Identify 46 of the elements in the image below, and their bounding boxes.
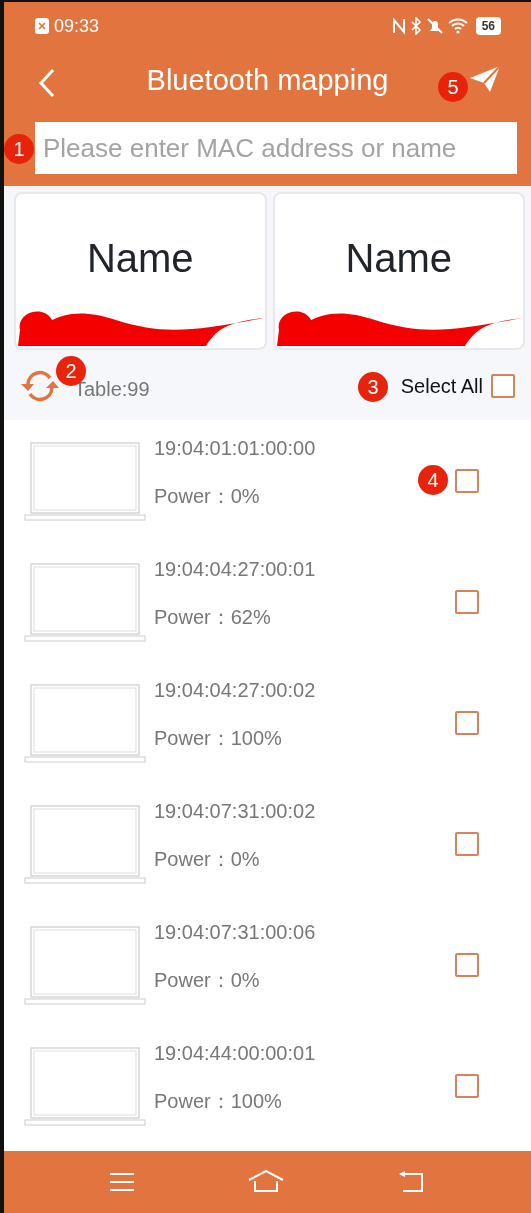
laptop-icon <box>24 440 146 521</box>
bluetooth-icon <box>409 17 422 35</box>
mac-address: 19:04:07:31:00:02 <box>154 798 316 824</box>
power-level: Power：100% <box>154 1088 283 1114</box>
callout-marker: 1 <box>4 134 34 164</box>
name-card[interactable]: Name <box>14 192 267 350</box>
device-checkbox[interactable] <box>455 1073 479 1098</box>
menu-icon[interactable] <box>108 1172 135 1192</box>
mac-address: 19:04:04:27:00:02 <box>154 677 316 703</box>
card-label: Name <box>344 235 454 282</box>
callout-marker: 4 <box>418 465 448 495</box>
search-field[interactable]: Please enter MAC address or name <box>35 122 517 174</box>
card-label: Name <box>85 235 195 282</box>
select-all-checkbox[interactable] <box>491 374 515 398</box>
callout-marker: 3 <box>358 372 388 402</box>
power-level: Power：0% <box>154 483 261 509</box>
power-level: Power：0% <box>154 846 261 872</box>
name-card[interactable]: Name <box>272 192 525 350</box>
mac-address: 19:04:07:31:00:06 <box>154 919 316 945</box>
callout-marker: 5 <box>438 72 468 102</box>
device-checkbox[interactable] <box>455 589 479 614</box>
home-icon[interactable] <box>248 1170 285 1194</box>
select-all-label: Select All <box>400 374 483 399</box>
device-checkbox[interactable] <box>455 710 479 735</box>
wifi-icon <box>447 18 468 34</box>
laptop-icon <box>24 682 146 763</box>
sim-icon <box>34 17 50 35</box>
device-checkbox[interactable] <box>455 468 479 493</box>
clock-time: 09:33 <box>54 14 100 38</box>
device-checkbox[interactable] <box>455 952 479 977</box>
device-checkbox[interactable] <box>455 831 479 856</box>
laptop-icon <box>24 924 146 1005</box>
screen-title: Bluetooth mapping <box>146 63 389 99</box>
battery-level: 56 <box>475 17 501 35</box>
mac-address: 19:04:04:27:00:01 <box>154 556 316 582</box>
mac-address: 19:04:01:01:00:00 <box>154 435 316 461</box>
mac-address: 19:04:44:00:00:01 <box>154 1040 316 1066</box>
back-icon[interactable] <box>38 68 56 98</box>
power-level: Power：0% <box>154 967 261 993</box>
nfc-icon <box>391 17 406 35</box>
laptop-icon <box>24 1045 146 1126</box>
laptop-icon <box>24 803 146 884</box>
power-level: Power：100% <box>154 725 283 751</box>
muted-bell-icon <box>425 17 444 35</box>
laptop-icon <box>24 561 146 642</box>
power-level: Power：62% <box>154 604 272 630</box>
